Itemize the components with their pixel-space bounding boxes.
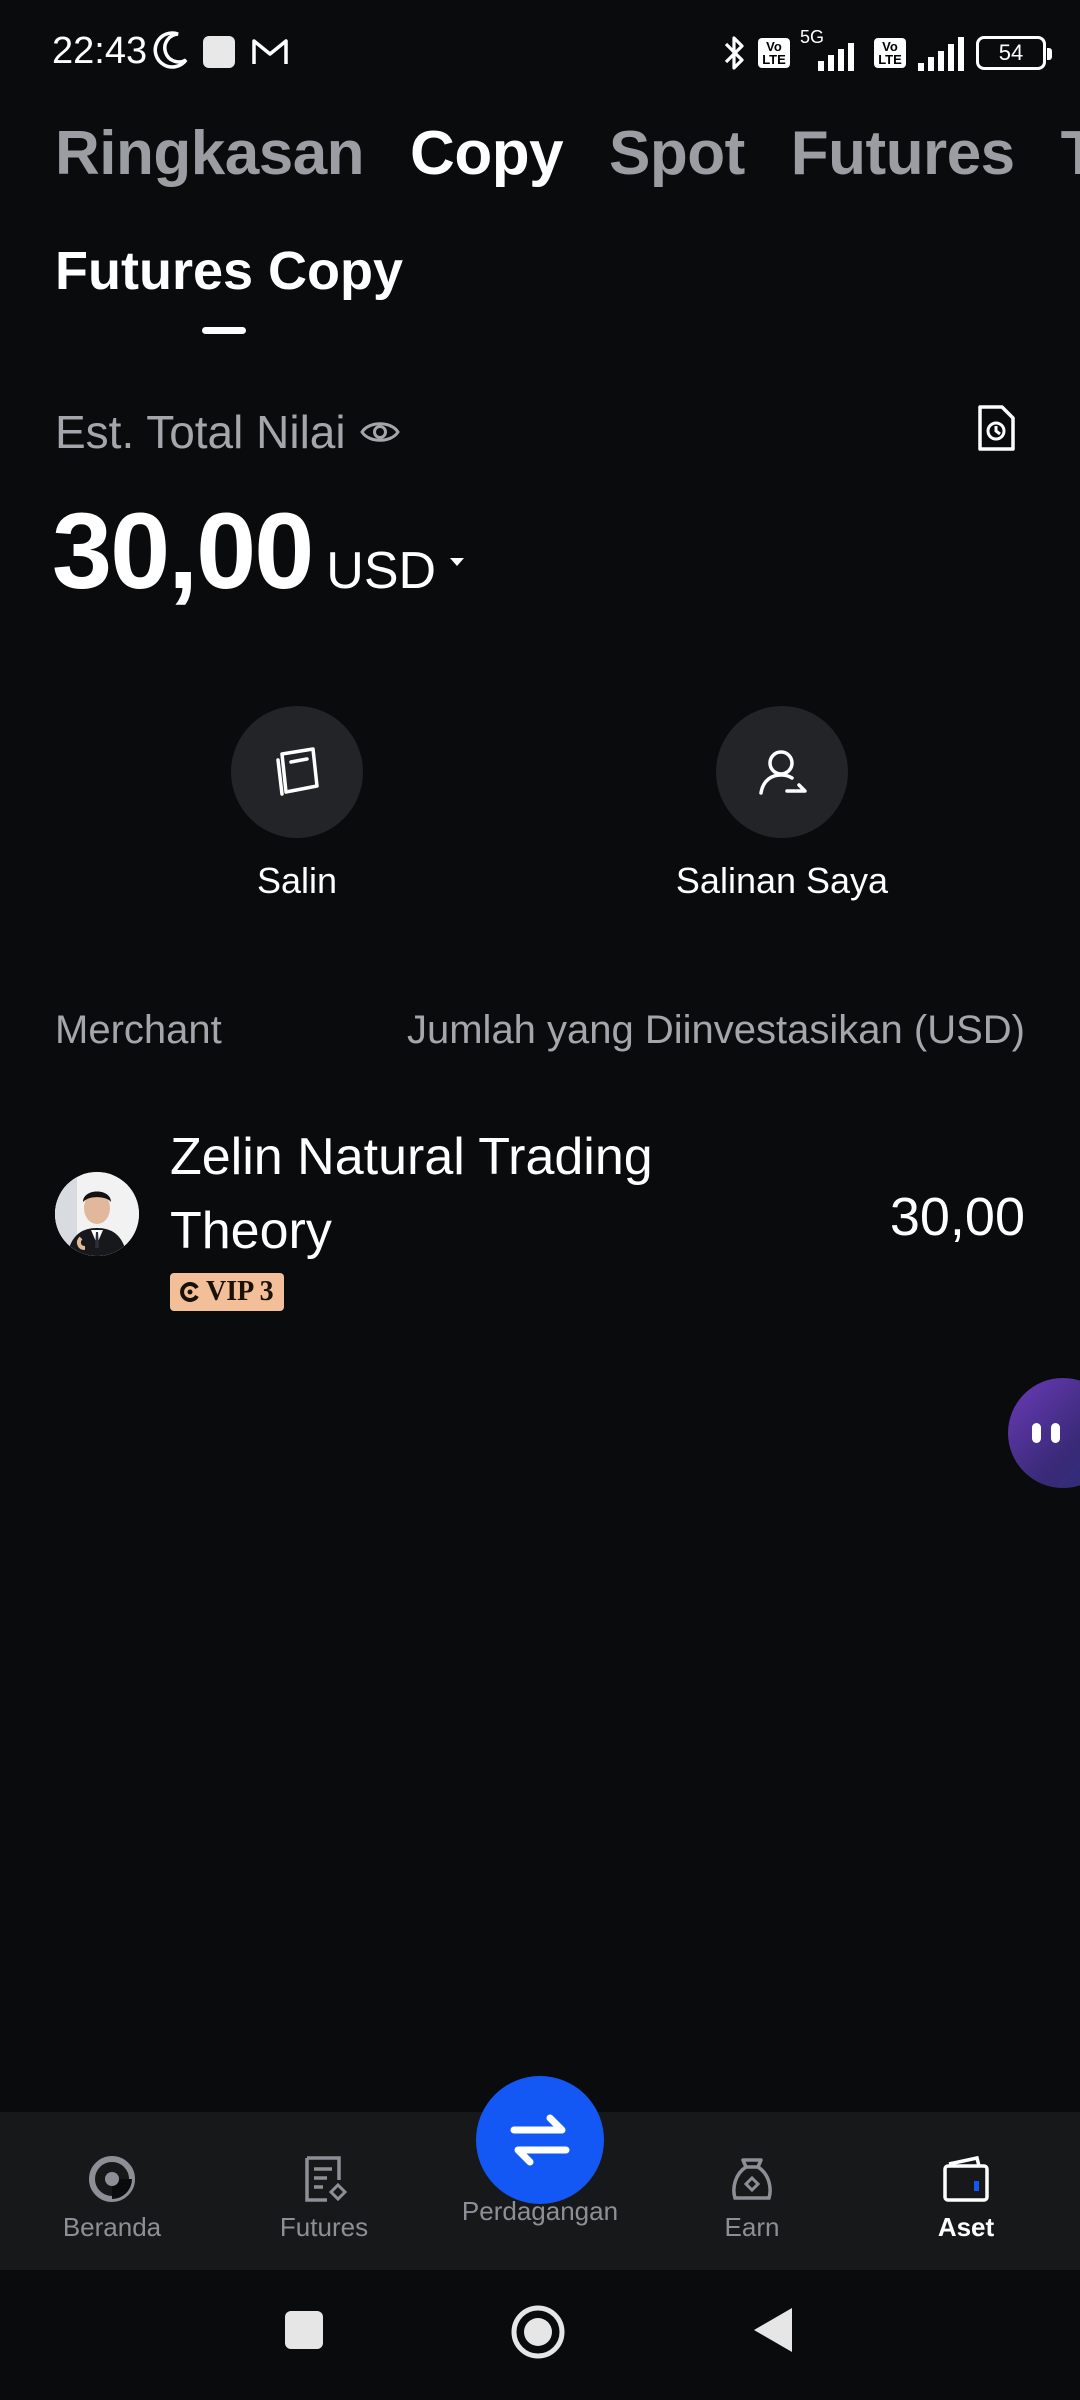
merchant-avatar [55,1172,139,1256]
merchant-name[interactable]: Zelin Natural Trading Theory [170,1120,730,1268]
status-indicators: Vo LTE 5G Vo LTE 54 [722,27,1052,76]
status-bar: 22:43 Vo LTE 5G Vo LTE 54 [0,0,1080,106]
salin-label: Salin [256,860,338,901]
salin-button[interactable] [231,706,363,838]
avatar-photo [55,1172,139,1256]
gmail-icon [252,39,288,64]
signal-5g: 5G [800,27,864,73]
salinan-saya-action[interactable]: Salinan Saya [632,706,932,902]
balance-label-row: Est. Total Nilai [55,405,400,459]
subtab-indicator [202,327,246,334]
recents-icon[interactable] [284,2310,324,2350]
history-icon[interactable] [976,404,1016,452]
bubble-eye-right [1051,1423,1060,1443]
salinan-saya-label: Salinan Saya [675,860,889,901]
subtab-futures-copy[interactable]: Futures Copy [55,240,403,302]
volte-badge-2: Vo LTE [874,38,906,68]
home-circle-icon[interactable] [510,2304,566,2360]
nav-earn-label: Earn [724,2212,780,2242]
top-tabs: Ringkasan Copy Spot Futures Tr [55,118,1080,189]
nav-aset[interactable]: Aset [876,2154,1056,2243]
status-time: 22:43 [52,30,148,72]
vip-icon [180,1282,199,1302]
eye-icon[interactable] [359,417,400,447]
signal-icon-2 [918,37,964,71]
bubble-eye-left [1032,1423,1041,1443]
merchant-invested-amount: 30,00 [889,1187,1025,1247]
bluetooth-icon [724,36,744,70]
nav-futures[interactable]: Futures [234,2154,414,2243]
trade-button[interactable] [476,2076,604,2204]
nav-beranda-label: Beranda [62,2212,162,2242]
tab-copy[interactable]: Copy [410,118,564,189]
back-triangle-icon[interactable] [752,2306,794,2354]
futures-icon [305,2156,348,2202]
list-header-invested: Jumlah yang Diinvestasikan (USD) [406,1008,1025,1052]
nav-futures-label: Futures [279,2212,369,2242]
nav-beranda[interactable]: Beranda [22,2154,202,2243]
earn-icon [732,2158,772,2200]
caret-down-icon[interactable] [448,556,466,568]
top-tabs-container: Ringkasan Copy Spot Futures Tr [0,100,1080,210]
trade-swap-icon [510,2114,570,2166]
home-icon [89,2156,135,2202]
balance-label: Est. Total Nilai [55,406,346,458]
battery-indicator: 54 [976,36,1052,70]
system-nav-bar [0,2270,1080,2400]
balance-row: 30,00 USD [52,488,466,613]
tab-truncated[interactable]: Tr [1061,118,1080,189]
nav-aset-label: Aset [937,2212,995,2242]
salinan-saya-button[interactable] [716,706,848,838]
nav-earn[interactable]: Earn [662,2154,842,2243]
floating-assistant-button[interactable] [1008,1378,1080,1488]
wallet-icon [943,2155,989,2202]
merchant-row[interactable]: Zelin Natural Trading Theory VIP 3 30,00 [0,1110,1080,1320]
copy-card-icon [276,747,319,796]
network-type: 5G [800,27,825,47]
list-header-merchant: Merchant [55,1008,222,1052]
tab-futures[interactable]: Futures [791,118,1015,189]
currency-selector[interactable]: USD [326,541,436,601]
app-notification-icon [203,36,235,68]
moon-icon [153,31,188,69]
salin-action[interactable]: Salin [147,706,447,902]
tab-ringkasan[interactable]: Ringkasan [55,118,365,189]
volte-badge: Vo LTE [758,38,790,68]
vip-badge-label: VIP 3 [206,1276,274,1307]
user-copy-icon [759,750,807,795]
vip-badge: VIP 3 [170,1273,284,1311]
balance-amount: 30,00 [52,490,314,611]
battery-level: 54 [998,40,1024,65]
tab-spot[interactable]: Spot [609,118,745,189]
